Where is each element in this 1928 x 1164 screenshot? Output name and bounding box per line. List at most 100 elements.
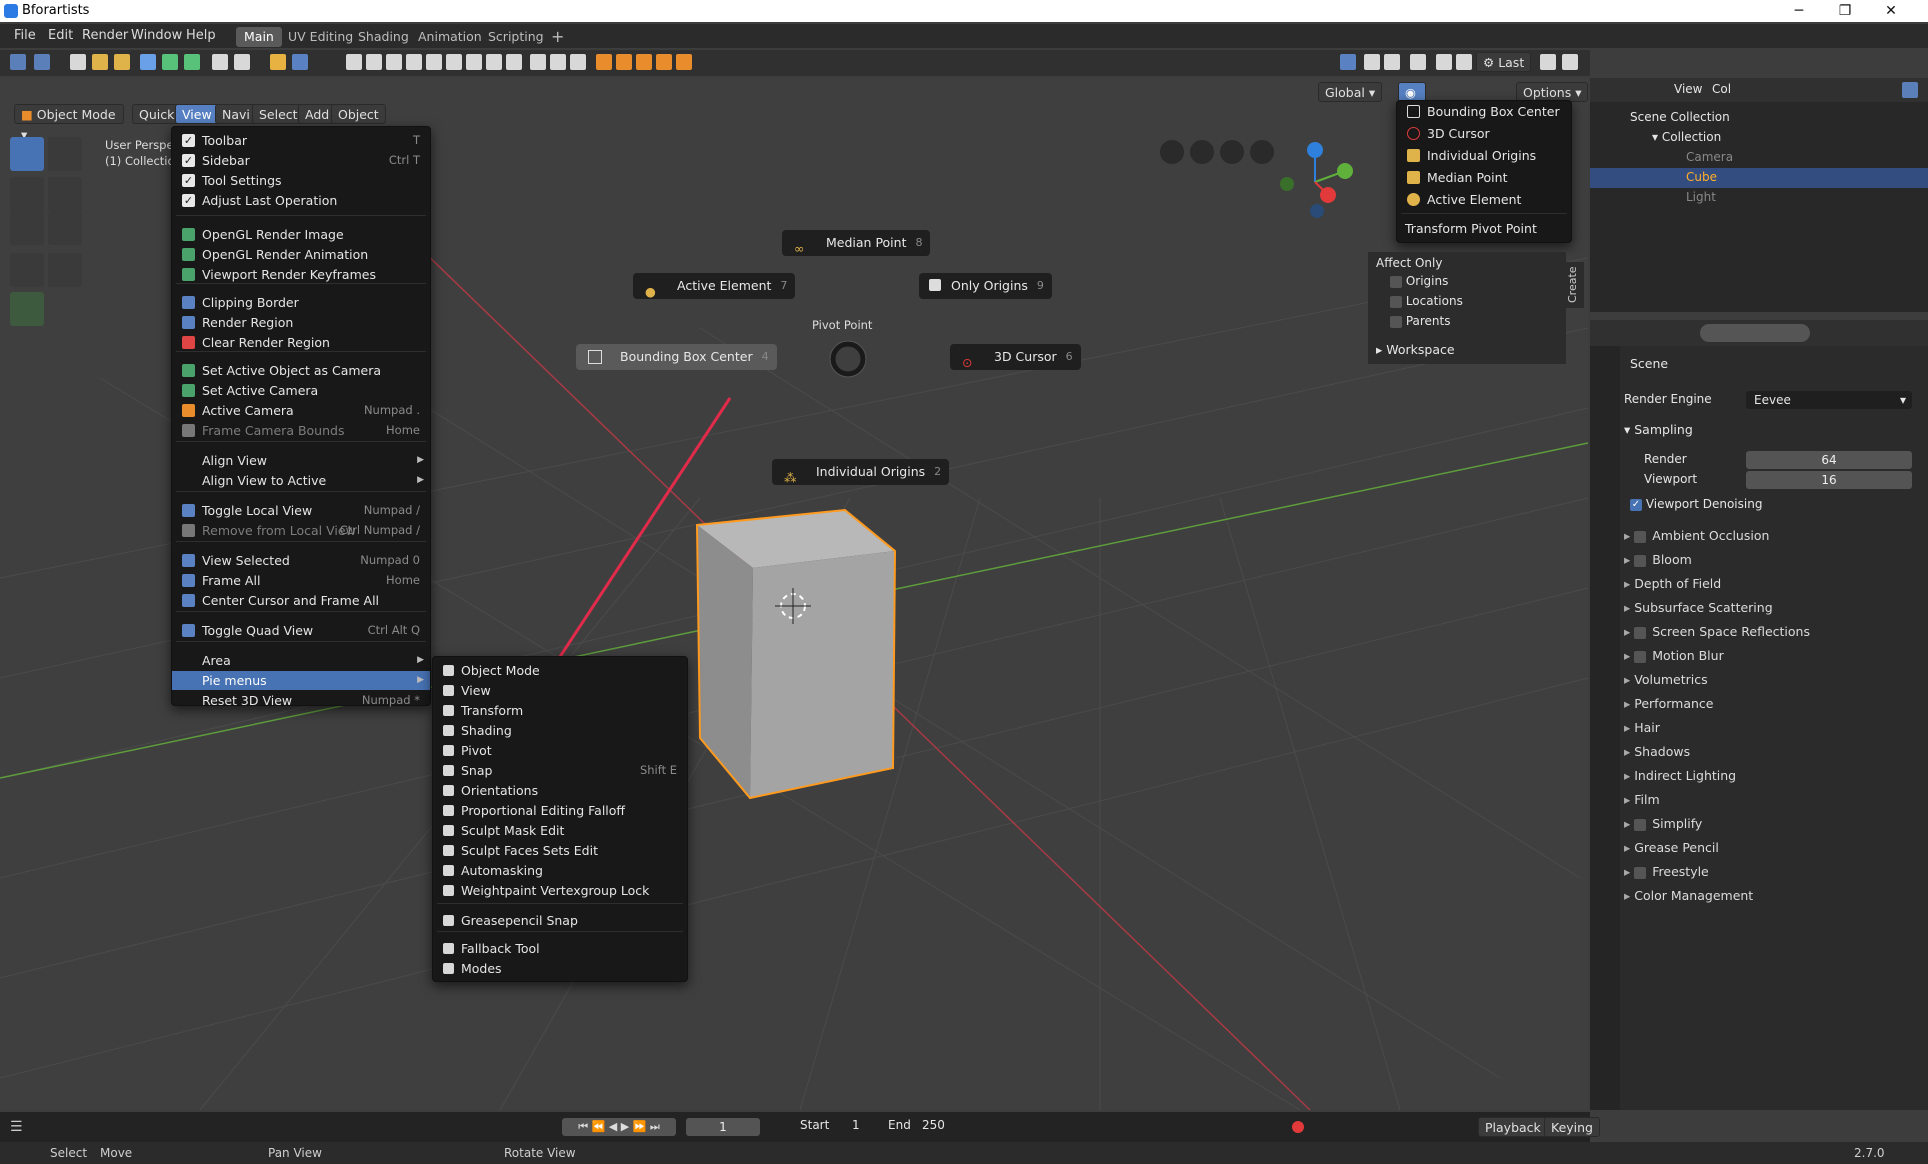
view-menu-item[interactable]: Pie menus ▶ — [172, 671, 430, 690]
properties-panel-header[interactable]: ▸ Shadows — [1624, 741, 1914, 763]
grid-render-icon[interactable] — [636, 54, 652, 70]
transform-orientation-dropdown[interactable]: Global ▾ — [1318, 82, 1383, 102]
properties-panel-header[interactable]: ▸ Ambient Occlusion — [1624, 525, 1914, 547]
outliner[interactable]: View Col Scene Collection ▾ Collection C… — [1590, 78, 1928, 312]
open-file-icon[interactable] — [92, 54, 108, 70]
append-icon[interactable] — [270, 54, 286, 70]
view-menu-item[interactable]: Area ▶ — [172, 651, 430, 670]
menu-render[interactable]: Render — [82, 28, 128, 43]
pie-submenu-item[interactable]: Sculpt Faces Sets Edit — [433, 841, 687, 860]
panel-checkbox[interactable] — [1634, 818, 1647, 831]
minimize-button[interactable]: ─ — [1776, 0, 1822, 22]
properties-editor[interactable] — [1590, 320, 1928, 1110]
view-menu-item[interactable]: Toggle Quad View Ctrl Alt Q — [172, 621, 430, 640]
zoom-icon-viewport[interactable] — [1250, 140, 1274, 164]
pie-submenu-item[interactable]: Shading — [433, 721, 687, 740]
pivot-point-button[interactable]: ◉ — [1398, 82, 1426, 102]
properties-panel-header[interactable]: ▸ Volumetrics — [1624, 669, 1914, 691]
repeat-icon[interactable] — [1436, 54, 1452, 70]
properties-panel-header[interactable]: ▸ Subsurface Scattering — [1624, 597, 1914, 619]
sampling-panel-header[interactable]: ▾ Sampling — [1624, 422, 1693, 437]
plane-icon[interactable] — [346, 54, 362, 70]
render-image-icon[interactable] — [596, 54, 612, 70]
empty-icon[interactable] — [550, 54, 566, 70]
menu-edit[interactable]: Edit — [48, 28, 73, 43]
rotate-tool-icon[interactable] — [48, 177, 82, 211]
workspace-panel-header[interactable]: ▸ Workspace — [1376, 342, 1455, 357]
export-icon[interactable] — [234, 54, 250, 70]
zoom-icon[interactable] — [1562, 54, 1578, 70]
select-tool-icon[interactable] — [10, 137, 44, 171]
cylinder-icon[interactable] — [446, 54, 462, 70]
view-render-icon[interactable] — [676, 54, 692, 70]
pivot-item-median-point[interactable]: Median Point — [1397, 168, 1571, 187]
import-icon[interactable] — [212, 54, 228, 70]
annotate-tool-icon[interactable] — [10, 253, 44, 287]
properties-panel-header[interactable]: ▸ Color Management — [1624, 885, 1914, 907]
toggle-camera-view-icon[interactable] — [1160, 140, 1184, 164]
panel-checkbox[interactable] — [1634, 866, 1647, 879]
dropdown-icon[interactable] — [1340, 54, 1356, 70]
view-menu-item[interactable]: Clipping Border — [172, 293, 430, 312]
repeat-history-icon[interactable] — [1456, 54, 1472, 70]
cursor-tool-icon[interactable] — [48, 137, 82, 171]
pie-submenu-item[interactable]: Object Mode — [433, 661, 687, 680]
properties-panel-header[interactable]: ▸ Hair — [1624, 717, 1914, 739]
view-menu-item[interactable]: Reset 3D View Numpad * — [172, 691, 430, 710]
panel-checkbox[interactable] — [1634, 626, 1647, 639]
recent-files-icon[interactable] — [114, 54, 130, 70]
menu-quick[interactable]: Quick — [132, 104, 182, 124]
tab-create[interactable]: Create — [1566, 262, 1584, 308]
cone-icon[interactable] — [466, 54, 482, 70]
view-menu-item[interactable]: Render Region — [172, 313, 430, 332]
pivot-item-bounding-box-center[interactable]: Bounding Box Center — [1397, 102, 1571, 121]
new-file-icon[interactable] — [70, 54, 86, 70]
grid-icon[interactable] — [506, 54, 522, 70]
properties-panel-header[interactable]: ▸ Depth of Field — [1624, 573, 1914, 595]
outliner-cube-row[interactable]: Cube — [1590, 168, 1928, 188]
view-menu-item[interactable]: OpenGL Render Animation — [172, 245, 430, 264]
panel-checkbox[interactable] — [1634, 530, 1647, 543]
view-menu-item[interactable]: Clear Render Region — [172, 333, 430, 352]
menu-select[interactable]: Select — [252, 104, 305, 124]
pie-3d-cursor[interactable]: ⊙ 3D Cursor 6 — [950, 344, 1081, 370]
pivot-item-individual-origins[interactable]: Individual Origins — [1397, 146, 1571, 165]
pivot-item-3d-cursor[interactable]: 3D Cursor — [1397, 124, 1571, 143]
link-icon[interactable] — [292, 54, 308, 70]
pie-submenu-item[interactable]: Sculpt Mask Edit — [433, 821, 687, 840]
pie-submenu-item[interactable]: Pivot — [433, 741, 687, 760]
view-menu-item[interactable]: ✓ Tool Settings — [172, 171, 430, 190]
pan-hand-icon[interactable] — [1220, 140, 1244, 164]
view-menu-item[interactable]: Active Camera Numpad . — [172, 401, 430, 420]
properties-panel-header[interactable]: ▸ Simplify — [1624, 813, 1914, 835]
view-menu-item[interactable]: Set Active Object as Camera — [172, 361, 430, 380]
keying-dropdown[interactable]: Keying ▾ — [1544, 1117, 1600, 1155]
tab-scripting[interactable]: Scripting — [480, 27, 552, 47]
history-icon[interactable] — [1410, 54, 1426, 70]
menu-file[interactable]: File — [14, 28, 36, 43]
redo-icon[interactable] — [1384, 54, 1400, 70]
properties-panel-header[interactable]: ▸ Performance — [1624, 693, 1914, 715]
menu-toggle-icon[interactable] — [34, 54, 50, 70]
pie-submenu-item[interactable]: Orientations — [433, 781, 687, 800]
properties-panel-header[interactable]: ▸ Screen Space Reflections — [1624, 621, 1914, 643]
properties-panel-header[interactable]: ▸ Freestyle — [1624, 861, 1914, 883]
current-frame-field[interactable]: 1 — [686, 1118, 760, 1136]
pie-submenu-item[interactable]: Transform — [433, 701, 687, 720]
close-button[interactable]: ✕ — [1868, 0, 1914, 22]
view-menu-item[interactable]: OpenGL Render Image — [172, 225, 430, 244]
menu-window[interactable]: Window — [131, 28, 182, 43]
view-menu-item[interactable]: ✓ Adjust Last Operation — [172, 191, 430, 210]
circle-icon[interactable] — [386, 54, 402, 70]
view-menu-item[interactable]: Remove from Local View Ctrl Numpad / — [172, 521, 430, 540]
menu-help[interactable]: Help — [186, 28, 216, 43]
viewport-samples-field[interactable]: 16 — [1746, 471, 1912, 489]
pie-submenu-item[interactable]: View — [433, 681, 687, 700]
fly-walk-icon[interactable] — [1190, 140, 1214, 164]
save-icon[interactable] — [140, 54, 156, 70]
save-as-icon[interactable] — [162, 54, 178, 70]
view-menu-item[interactable]: ✓ Sidebar Ctrl T — [172, 151, 430, 170]
lamp-icon[interactable] — [570, 54, 586, 70]
properties-panel-header[interactable]: ▸ Grease Pencil — [1624, 837, 1914, 859]
render-anim-icon[interactable] — [616, 54, 632, 70]
